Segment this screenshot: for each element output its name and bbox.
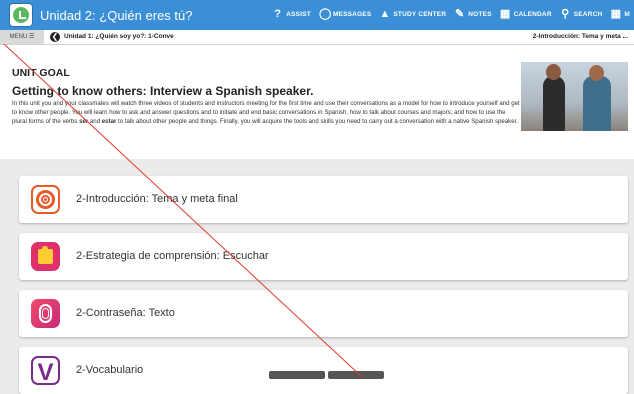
assist-label: ASSIST: [286, 11, 311, 18]
notes-button[interactable]: ✎ NOTES: [454, 9, 491, 20]
graduation-cap-icon: ▲: [379, 8, 391, 20]
goal-text-part2: and: [88, 117, 102, 125]
notes-label: NOTES: [468, 11, 492, 18]
lesson-item-label: 2-Contraseña: Texto: [76, 307, 175, 319]
target-icon: [31, 185, 60, 214]
speech-bubble-icon: ◯: [318, 8, 332, 20]
breadcrumb[interactable]: Unidad 1: ¿Quién soy yo?: 1-Conve: [64, 33, 174, 40]
breadcrumb-bar: MENU ☰ ❮ Unidad 1: ¿Quién soy yo?: 1-Con…: [0, 30, 634, 45]
back-arrow-icon[interactable]: ❮: [50, 32, 60, 42]
lesson-item-introduccion[interactable]: 2-Introducción: Tema y meta final: [19, 176, 628, 223]
goal-verb-estar: estar: [101, 117, 117, 125]
handshake-photo: [521, 62, 628, 131]
person-left-head: [546, 64, 561, 80]
person-right-figure: [583, 76, 611, 131]
lesson-item-label: 2-Estrategia de comprensión: Escuchar: [76, 250, 269, 262]
edit-note-icon: ✎: [455, 8, 465, 20]
question-circle-icon: ?: [274, 8, 282, 20]
calendar-button[interactable]: ▦ CALENDAR: [500, 9, 552, 20]
unit-title: Unidad 2: ¿Quién eres tú?: [40, 8, 193, 23]
person-left-figure: [543, 76, 565, 131]
search-button[interactable]: ⚲ SEARCH: [560, 9, 603, 20]
study-center-label: STUDY CENTER: [393, 11, 447, 18]
search-label: SEARCH: [573, 11, 603, 18]
next-page-button[interactable]: [328, 371, 384, 379]
messages-button[interactable]: ◯ MESSAGES: [319, 9, 371, 20]
fingerprint-icon: [31, 299, 60, 328]
lesson-item-label: 2-Introducción: Tema y meta final: [76, 193, 238, 205]
menu-button[interactable]: MENU ☰: [0, 30, 44, 44]
messages-label: MESSAGES: [332, 11, 372, 18]
more-menu-label: M: [624, 11, 630, 18]
app-logo-icon[interactable]: [9, 3, 33, 27]
header-nav: ? ASSIST ◯ MESSAGES ▲ STUDY CENTER ✎ NOT…: [272, 9, 630, 20]
top-navigation-bar: Unidad 2: ¿Quién eres tú? ? ASSIST ◯ MES…: [0, 0, 634, 30]
lesson-item-label: 2-Vocabulario: [76, 364, 144, 376]
person-right-head: [589, 65, 604, 81]
grid-menu-icon: ▦: [610, 8, 622, 20]
unit-goal-heading: Getting to know others: Interview a Span…: [12, 84, 314, 98]
vocabulary-v-glyph: V: [37, 359, 54, 385]
puzzle-icon: [31, 242, 60, 271]
search-icon: ⚲: [561, 8, 570, 20]
more-menu-button[interactable]: ▦ M: [610, 9, 630, 20]
lesson-item-estrategia[interactable]: 2-Estrategia de comprensión: Escuchar: [19, 233, 628, 280]
unit-goal-description: In this unit you and your classmates wil…: [12, 100, 520, 126]
previous-page-button[interactable]: [269, 371, 325, 379]
calendar-label: CALENDAR: [513, 11, 552, 18]
unit-goal-label: UNIT GOAL: [12, 67, 70, 79]
goal-text-part3: to talk about other people and things. F…: [116, 117, 518, 125]
lesson-item-contrasena[interactable]: 2-Contraseña: Texto: [19, 290, 628, 337]
goal-verb-ser: ser: [79, 117, 89, 125]
unit-goal-section: UNIT GOAL Getting to know others: Interv…: [0, 45, 634, 159]
current-section-label[interactable]: 2-Introducción: Tema y meta ...: [533, 33, 628, 40]
assist-button[interactable]: ? ASSIST: [272, 9, 311, 20]
vocabulary-v-icon: V: [31, 356, 60, 385]
calendar-icon: ▦: [499, 8, 511, 20]
study-center-button[interactable]: ▲ STUDY CENTER: [379, 9, 446, 20]
